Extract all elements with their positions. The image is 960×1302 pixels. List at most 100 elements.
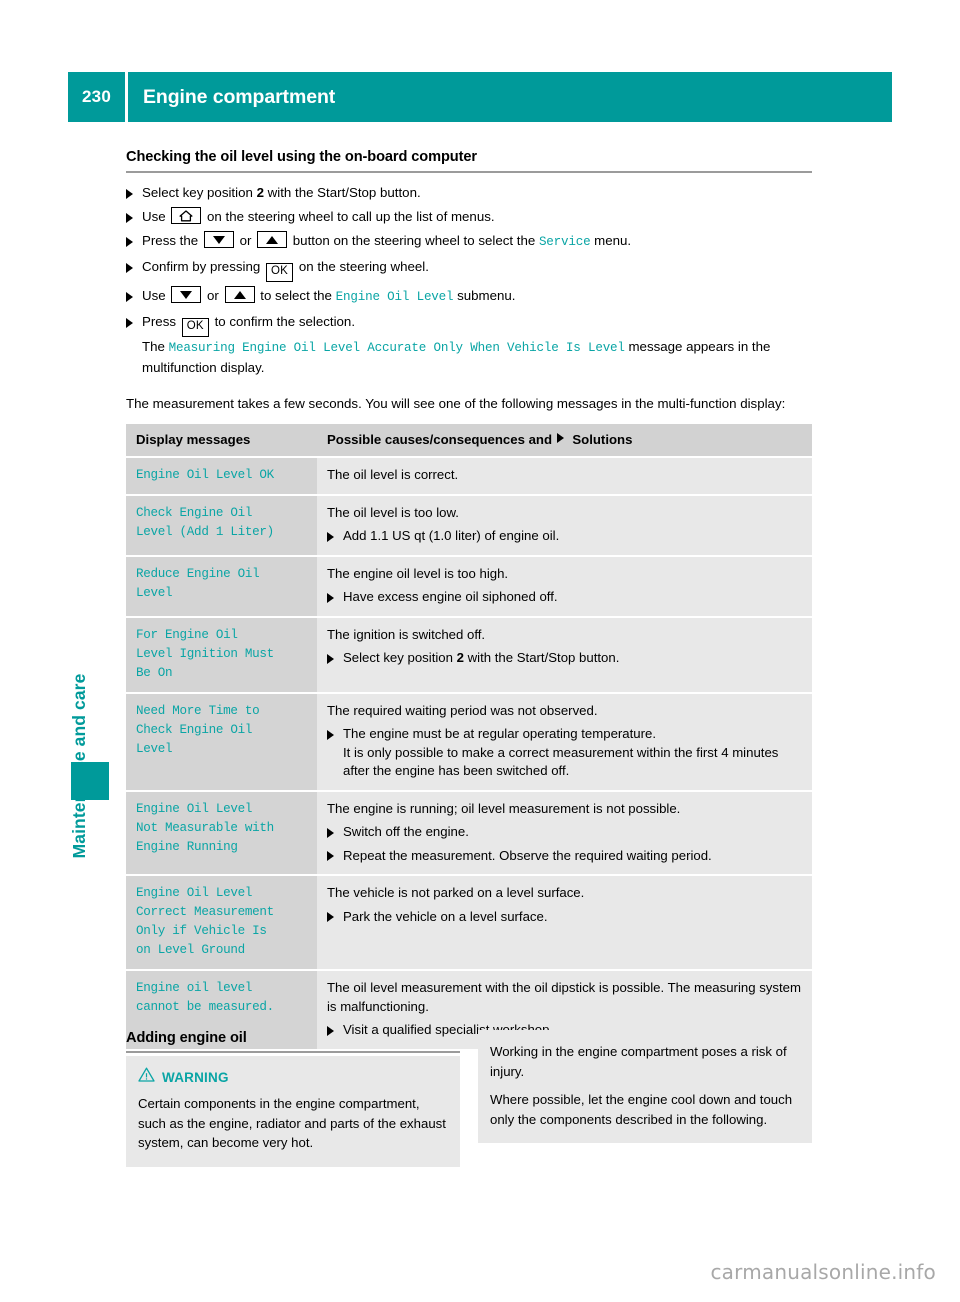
solution-bullet-icon xyxy=(327,653,334,664)
explanation-cell: The oil level is too low. Add 1.1 US qt … xyxy=(317,495,812,555)
step-text-tail: menu. xyxy=(590,233,632,249)
solution-text-post: with the Start/Stop button. xyxy=(463,650,620,666)
solutions-bullet-icon xyxy=(556,432,564,443)
section-heading: Checking the oil level using the on-boar… xyxy=(126,149,477,165)
solution-text: Add 1.1 US qt (1.0 liter) of engine oil. xyxy=(327,527,802,546)
step-text-post: on the steering wheel. xyxy=(295,259,429,275)
message-line: Reduce Engine Oil xyxy=(136,566,260,581)
arrow-up-icon xyxy=(224,286,255,304)
message-line: Engine Running xyxy=(136,839,238,854)
table-header-row: Display messages Possible causes/consequ… xyxy=(126,423,812,456)
solution-bullet-icon xyxy=(327,827,334,838)
message-line: on Level Ground xyxy=(136,943,245,958)
submenu-name-engine-oil-level: Engine Oil Level xyxy=(335,290,454,305)
step-text-post: to confirm the selection. xyxy=(210,314,356,330)
bottom-section: Adding engine oil WARNING Certain compon… xyxy=(126,1030,812,1167)
warning-continued-paragraph-1: Working in the engine compartment poses … xyxy=(490,1044,787,1079)
cause-text: The engine is running; oil level measure… xyxy=(327,800,681,816)
step-text-mid: or xyxy=(235,233,256,249)
message-cell: Check Engine Oil Level (Add 1 Liter) xyxy=(126,495,317,555)
message-line: Engine Oil Level xyxy=(136,886,253,901)
step-bullet-icon xyxy=(126,291,133,302)
step-bullet-icon xyxy=(126,317,133,328)
heading-rule xyxy=(126,171,812,174)
arrow-down-icon xyxy=(171,286,202,304)
page-title: Engine compartment xyxy=(143,85,336,108)
solution-text-pre: Select key position xyxy=(343,650,457,666)
message-cell: Engine Oil Level Correct Measurement Onl… xyxy=(126,876,317,970)
step-text-post: button on the steering wheel to select t… xyxy=(289,233,539,249)
step-text-pre: Use xyxy=(142,288,170,304)
chapter-tab-marker xyxy=(71,762,109,800)
solution-label: Repeat the measurement. Observe the requ… xyxy=(343,847,712,863)
table-row: Reduce Engine Oil Level The engine oil l… xyxy=(126,556,812,616)
solution-bullet-icon xyxy=(327,592,334,603)
sub-heading-adding-engine-oil: Adding engine oil xyxy=(126,1030,247,1046)
solution-text: Park the vehicle on a level surface. xyxy=(327,908,802,927)
watermark: carmanualsonline.info xyxy=(710,1260,936,1284)
step-sub-line: The Measuring Engine Oil Level Accurate … xyxy=(142,337,812,378)
message-cell: Need More Time to Check Engine Oil Level xyxy=(126,693,317,790)
page-number: 230 xyxy=(82,87,111,106)
solution-label: Add 1.1 US qt (1.0 liter) of engine oil. xyxy=(343,528,560,544)
message-line: Need More Time to xyxy=(136,703,260,718)
arrow-up-icon xyxy=(257,231,288,249)
header-text-pre: Possible causes/consequences and xyxy=(327,431,556,447)
display-message-text: Measuring Engine Oil Level Accurate Only… xyxy=(168,340,625,355)
solution-bullet-icon xyxy=(327,729,334,740)
message-line: Level (Add 1 Liter) xyxy=(136,524,274,539)
explanation-cell: The oil level is correct. xyxy=(317,457,812,494)
chapter-side-tab: Maintenance and care xyxy=(69,470,109,858)
step-text-post: with the Start/Stop button. xyxy=(263,185,421,201)
message-line: Check Engine Oil xyxy=(136,722,253,737)
table-row: Engine Oil Level Correct Measurement Onl… xyxy=(126,876,812,970)
message-line: Engine Oil Level xyxy=(136,801,253,816)
message-line: For Engine Oil xyxy=(136,627,238,642)
message-line: Correct Measurement xyxy=(136,905,274,920)
table-row: Check Engine Oil Level (Add 1 Liter) The… xyxy=(126,495,812,555)
solution-note: It is only possible to make a correct me… xyxy=(343,744,779,779)
message-cell: Engine Oil Level Not Measurable with Eng… xyxy=(126,791,317,875)
step-bullet-icon xyxy=(126,236,133,247)
cause-text: The ignition is switched off. xyxy=(327,626,486,642)
explanation-cell: The engine oil level is too high. Have e… xyxy=(317,556,812,616)
message-line: cannot be measured. xyxy=(136,1000,274,1015)
arrow-down-icon xyxy=(203,231,234,249)
warning-box: WARNING Certain components in the engine… xyxy=(126,1056,460,1167)
cause-text: The oil level measurement with the oil d… xyxy=(327,980,801,1014)
step-text-pre: Select key position xyxy=(142,185,257,201)
step-text-pre: Press xyxy=(142,314,180,330)
page-header-band: 230 Engine compartment xyxy=(68,72,892,122)
list-item: Use on the steering wheel to call up the… xyxy=(126,207,812,227)
table-row: Engine Oil Level Not Measurable with Eng… xyxy=(126,791,812,875)
procedure-step-list: Select key position 2 with the Start/Sto… xyxy=(126,183,812,378)
step-bullet-icon xyxy=(126,262,133,273)
warning-text: Certain components in the engine compart… xyxy=(138,1096,446,1150)
solution-text: Select key position 2 with the Start/Sto… xyxy=(327,649,802,668)
solution-label: Have excess engine oil siphoned off. xyxy=(343,589,558,605)
message-line: Engine Oil Level OK xyxy=(136,467,274,482)
solution-text: The engine must be at regular operating … xyxy=(327,725,802,744)
list-item: Select key position 2 with the Start/Sto… xyxy=(126,183,812,203)
explanation-cell: The ignition is switched off. Select key… xyxy=(317,617,812,692)
cause-text: The engine oil level is too high. xyxy=(327,565,509,581)
list-item: Press OK to confirm the selection. The M… xyxy=(126,312,812,378)
message-cell: For Engine Oil Level Ignition Must Be On xyxy=(126,617,317,692)
list-item: Confirm by pressing OK on the steering w… xyxy=(126,257,812,282)
step-bullet-icon xyxy=(126,188,133,199)
message-line: Level xyxy=(136,741,173,756)
message-line: Check Engine Oil xyxy=(136,505,253,520)
message-cell: Reduce Engine Oil Level xyxy=(126,556,317,616)
main-content: Checking the oil level using the on-boar… xyxy=(126,148,812,1051)
column-header-display-messages: Display messages xyxy=(126,423,317,456)
key-position-value: 2 xyxy=(256,185,264,201)
step-text-pre: Press the xyxy=(142,233,202,249)
explanation-cell: The engine is running; oil level measure… xyxy=(317,791,812,875)
column-header-causes-solutions: Possible causes/consequences and Solutio… xyxy=(317,423,812,456)
step-text-pre: Confirm by pressing xyxy=(142,259,264,275)
step-text-post: on the steering wheel to call up the lis… xyxy=(203,209,495,225)
warning-continued-paragraph-2: Where possible, let the engine cool down… xyxy=(490,1092,793,1127)
step-text-pre: Use xyxy=(142,209,170,225)
solution-text: Switch off the engine. xyxy=(327,823,802,842)
step-text-post: to select the xyxy=(256,288,336,304)
